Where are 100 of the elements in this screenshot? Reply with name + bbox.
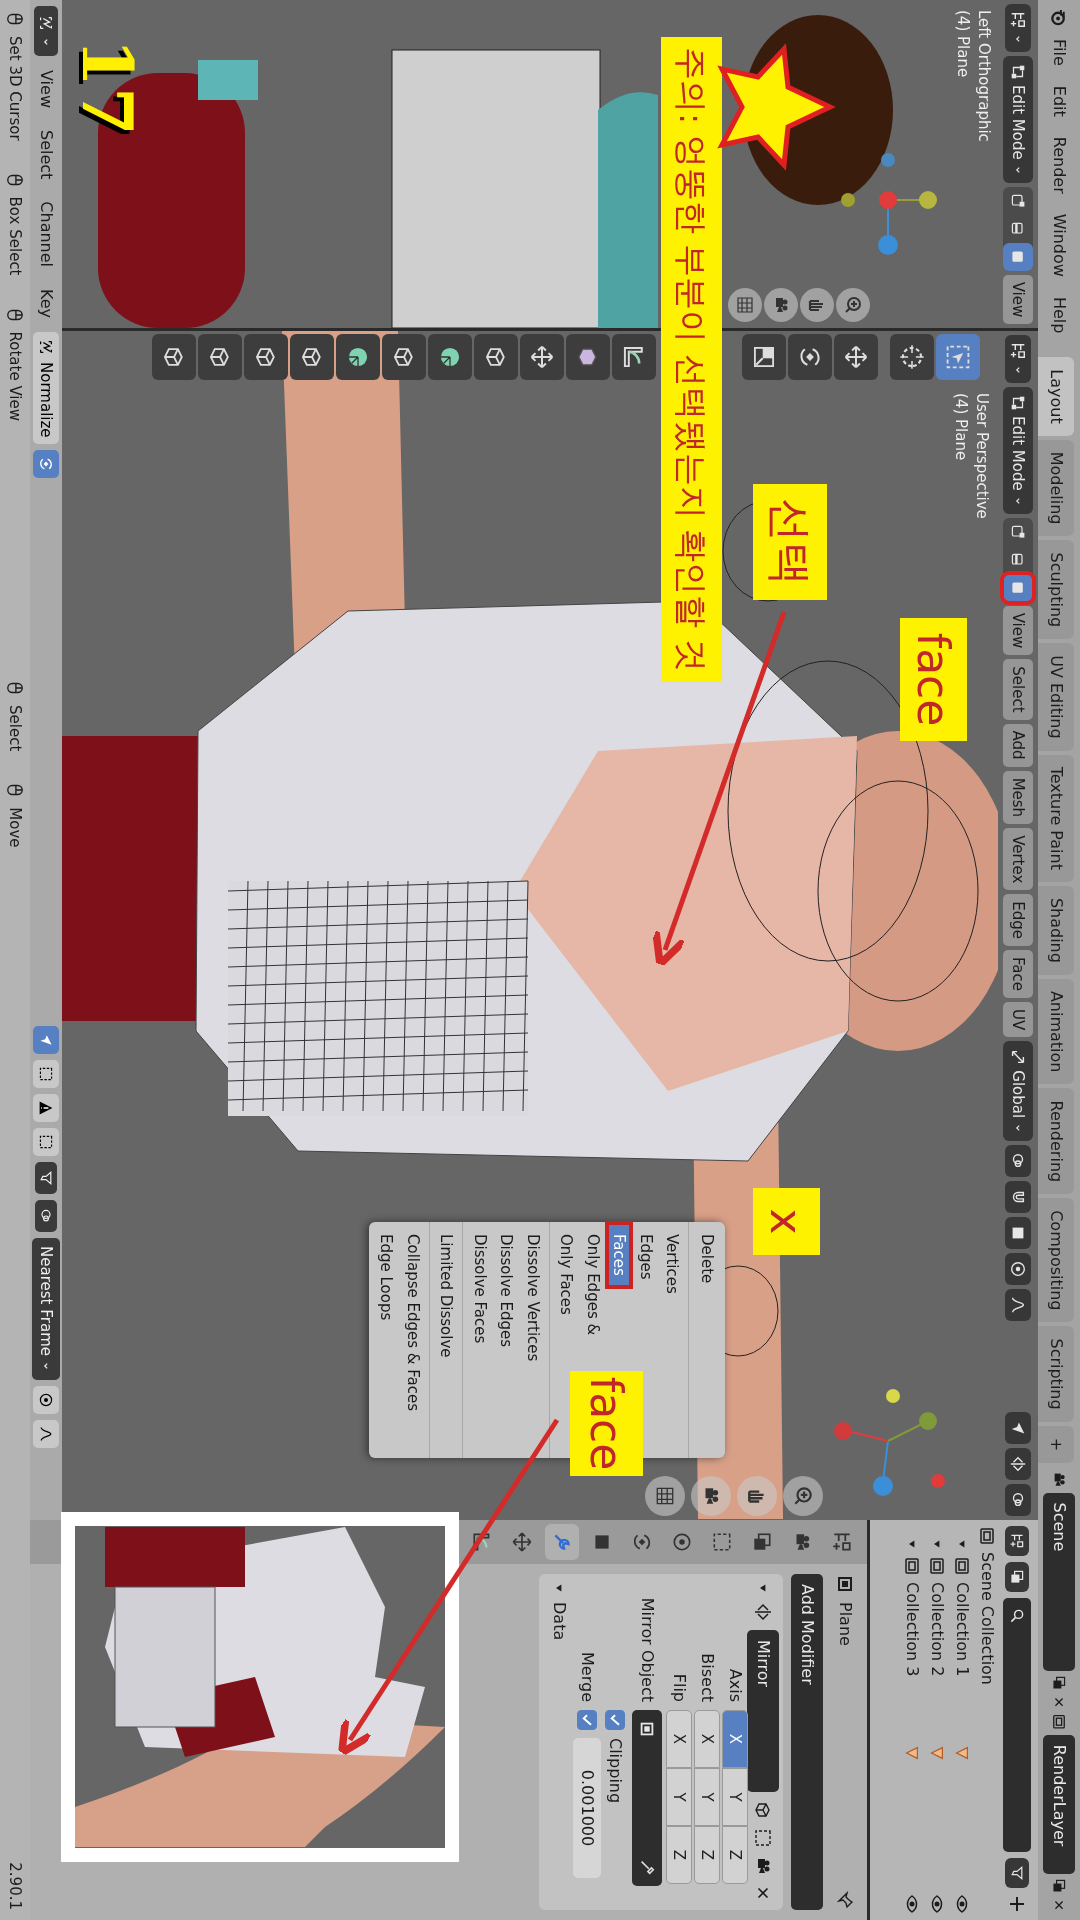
- editor-type-button[interactable]: [1005, 1526, 1029, 1556]
- menu-item[interactable]: Channel: [31, 193, 61, 275]
- editor-type-button[interactable]: [34, 6, 58, 56]
- axis-toggle[interactable]: X: [666, 1710, 692, 1768]
- workspace-tab[interactable]: Modeling: [1038, 439, 1074, 537]
- shear-tool[interactable]: [198, 334, 242, 380]
- menu-item[interactable]: Vertex: [1002, 828, 1034, 891]
- camera-view-button[interactable]: [764, 288, 798, 322]
- workspace-tab[interactable]: Scripting: [1038, 1326, 1074, 1422]
- workspace-tab[interactable]: Texture Paint: [1038, 754, 1074, 882]
- filter-button[interactable]: [1005, 1858, 1029, 1888]
- checkbox[interactable]: [605, 1710, 625, 1730]
- menu-item[interactable]: Help: [1044, 288, 1074, 342]
- cage-toggle-icon[interactable]: [753, 1828, 773, 1848]
- workspace-tab[interactable]: Compositing: [1038, 1198, 1074, 1323]
- outliner-item[interactable]: Collection 3: [900, 1582, 925, 1677]
- add-cube-tool[interactable]: [566, 334, 610, 380]
- menu-item[interactable]: Limited Dissolve: [433, 1222, 460, 1370]
- new-collection-icon[interactable]: [1007, 1894, 1027, 1914]
- extrude-tool[interactable]: [520, 334, 564, 380]
- face-select-button[interactable]: [1003, 242, 1033, 271]
- checkbox[interactable]: [577, 1710, 597, 1730]
- inset-tool[interactable]: [474, 334, 518, 380]
- menu-item[interactable]: View: [31, 62, 61, 116]
- axis-toggle[interactable]: X: [722, 1710, 748, 1768]
- face-select-button[interactable]: [1003, 573, 1033, 602]
- editor-type-button[interactable]: [1005, 4, 1031, 52]
- bevel-tool[interactable]: [382, 334, 426, 380]
- only-selected-button[interactable]: [33, 1026, 59, 1055]
- cursor-tool[interactable]: [890, 334, 934, 380]
- axis-toggle[interactable]: Y: [722, 1768, 748, 1826]
- outliner-item[interactable]: Scene Collection: [975, 1552, 1000, 1685]
- snap-button[interactable]: [1005, 1181, 1031, 1214]
- mode-dropdown[interactable]: Edit Mode: [1002, 56, 1034, 183]
- scale-tool[interactable]: [742, 334, 786, 380]
- menu-item[interactable]: Only Edges &: [579, 1222, 606, 1348]
- snap-mode-dropdown[interactable]: Nearest Frame: [31, 1238, 61, 1380]
- menu-item[interactable]: Collapse Edges & Faces: [399, 1222, 426, 1424]
- edit-mode-toggle-icon[interactable]: [753, 1800, 773, 1820]
- menu-item[interactable]: Edge Loops: [373, 1222, 400, 1333]
- visibility-button[interactable]: [1005, 1412, 1031, 1444]
- object-picker-field[interactable]: [632, 1710, 662, 1886]
- axis-toggle[interactable]: Y: [694, 1768, 720, 1826]
- workspace-tab[interactable]: Rendering: [1038, 1088, 1074, 1195]
- snap-target-button[interactable]: [1005, 1217, 1031, 1250]
- normalize-button[interactable]: Normalize: [33, 332, 59, 444]
- search-field[interactable]: [1003, 1598, 1031, 1852]
- rip-tool[interactable]: [152, 334, 196, 380]
- menu-item[interactable]: Select: [31, 121, 61, 188]
- menu-item[interactable]: Select: [1002, 659, 1034, 720]
- loop-cut-tool[interactable]: [290, 334, 334, 380]
- menu-item[interactable]: Edges: [632, 1222, 659, 1292]
- menu-item[interactable]: Key: [31, 281, 61, 327]
- poly-build-tool[interactable]: [336, 334, 380, 380]
- workspace-tab[interactable]: Layout: [1038, 357, 1074, 436]
- errors-button[interactable]: [33, 1094, 59, 1123]
- menu-item[interactable]: View: [1002, 274, 1034, 325]
- menu-item[interactable]: Dissolve Vertices: [519, 1222, 546, 1374]
- axis-toggle[interactable]: Z: [722, 1826, 748, 1884]
- menu-item[interactable]: Mesh: [1002, 770, 1034, 825]
- pan-button[interactable]: [737, 1476, 777, 1516]
- menu-item[interactable]: Dissolve Faces: [466, 1222, 493, 1356]
- axis-toggle[interactable]: Y: [666, 1768, 692, 1826]
- add-modifier-dropdown[interactable]: Add Modifier: [791, 1574, 823, 1910]
- pivot-button[interactable]: [1005, 1145, 1031, 1178]
- display-mode-button[interactable]: [1005, 1562, 1029, 1592]
- workspace-tab[interactable]: UV Editing: [1038, 643, 1074, 751]
- axis-toggle[interactable]: Z: [666, 1826, 692, 1884]
- workspace-tab[interactable]: Animation: [1038, 978, 1074, 1085]
- axis-toggle[interactable]: X: [694, 1710, 720, 1768]
- pivot-dropdown[interactable]: [35, 1200, 57, 1233]
- overlay-button[interactable]: [1005, 1484, 1031, 1516]
- add-workspace-tab[interactable]: +: [1038, 1425, 1074, 1464]
- spin-tool[interactable]: [428, 334, 472, 380]
- scene-field[interactable]: Scene: [1043, 1492, 1075, 1672]
- menu-item[interactable]: View: [1002, 605, 1034, 656]
- menu-item[interactable]: File: [1044, 31, 1074, 74]
- ortho-toggle-button[interactable]: [645, 1476, 685, 1516]
- view-layer-field[interactable]: RenderLayer: [1043, 1734, 1075, 1874]
- proportional-button[interactable]: [33, 1386, 59, 1414]
- camera-view-button[interactable]: [691, 1476, 731, 1516]
- move-tool[interactable]: [834, 334, 878, 380]
- zoom-button[interactable]: [783, 1476, 823, 1516]
- menu-item[interactable]: Only Faces: [553, 1222, 580, 1327]
- number-field[interactable]: 0.001000: [573, 1738, 601, 1878]
- measure-tool[interactable]: [612, 334, 656, 380]
- axis-toggle[interactable]: Z: [694, 1826, 720, 1884]
- show-hidden-button[interactable]: [33, 1060, 59, 1089]
- editor-type-button[interactable]: [1005, 335, 1031, 383]
- workspace-tab[interactable]: Shading: [1038, 885, 1074, 975]
- menu-item[interactable]: Edit: [1044, 77, 1074, 125]
- axis-gizmo-drawing[interactable]: [841, 153, 937, 255]
- falloff-button[interactable]: [33, 1420, 59, 1448]
- orientation-dropdown[interactable]: Global: [1002, 1041, 1034, 1142]
- filter-button[interactable]: [33, 1128, 59, 1157]
- gizmo-button[interactable]: [1005, 1448, 1031, 1480]
- knife-tool[interactable]: [244, 334, 288, 380]
- select-box-tool[interactable]: [936, 334, 980, 380]
- filter-toggle-button[interactable]: [33, 449, 59, 478]
- menu-item[interactable]: Face: [1002, 950, 1034, 998]
